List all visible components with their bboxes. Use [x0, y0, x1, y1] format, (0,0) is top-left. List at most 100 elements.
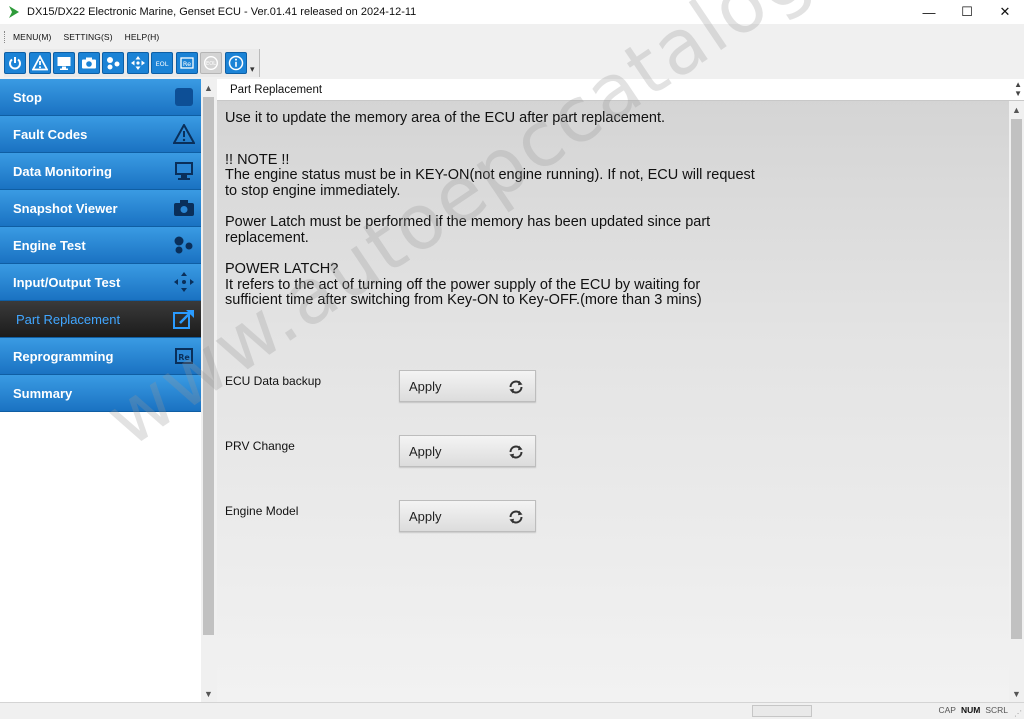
sidebar-item-label: Part Replacement — [16, 311, 121, 327]
app-logo-icon — [9, 6, 19, 18]
resize-grip-icon[interactable]: ⋰ — [1014, 709, 1022, 718]
engine-test-icon — [173, 235, 195, 255]
camera-icon — [81, 57, 96, 69]
sidebar-item-label: Snapshot Viewer — [13, 200, 118, 216]
toolbar-snapshot-button[interactable] — [77, 52, 100, 74]
title-bar: DX15/DX22 Electronic Marine, Genset ECU … — [0, 0, 1024, 24]
menu-item-menu[interactable]: MENU(M) — [13, 32, 51, 42]
io-test-icon — [130, 56, 145, 70]
io-test-icon — [173, 272, 195, 292]
toolbar-power-button[interactable] — [4, 52, 26, 74]
stop-icon — [173, 87, 195, 107]
panel-collapse-icon[interactable]: ▲ ▼ — [1014, 80, 1022, 98]
ecu-data-backup-label: ECU Data backup — [225, 374, 322, 388]
toolbar-engine-test-button[interactable] — [102, 52, 124, 74]
engine-test-icon — [107, 57, 120, 70]
scroll-down-icon[interactable]: ▼ — [201, 685, 216, 702]
monitor-icon — [173, 161, 195, 181]
toolbar-reprogram-button[interactable]: Re — [175, 52, 198, 74]
engine-model-apply-button[interactable]: Apply — [399, 500, 536, 532]
keyboard-status: CAP NUM SCRL — [933, 705, 1008, 715]
engine-model-row: Engine Model Apply — [225, 500, 536, 532]
panel-title: Part Replacement — [230, 83, 323, 96]
power-icon — [9, 57, 21, 70]
ecu-data-backup-apply-button[interactable]: Apply — [399, 370, 536, 402]
part-replacement-icon — [173, 309, 195, 329]
ecu-data-backup-row: ECU Data backup Apply — [225, 370, 536, 402]
toolbar: EOL Re EOL ▾ — [4, 49, 260, 77]
sidebar-item-label: Summary — [13, 385, 73, 401]
sidebar-item-data-monitoring[interactable]: Data Monitoring — [0, 153, 201, 190]
scroll-up-icon[interactable]: ▲ — [1009, 101, 1024, 118]
menu-bar: MENU(M) SETTING(S) HELP(H) — [0, 28, 171, 46]
window-title: DX15/DX22 Electronic Marine, Genset ECU … — [27, 6, 417, 18]
info-icon — [228, 55, 243, 71]
sidebar-item-part-replacement[interactable]: Part Replacement — [0, 301, 201, 338]
apply-label: Apply — [409, 508, 442, 524]
menu-item-setting[interactable]: SETTING(S) — [63, 32, 112, 42]
sidebar-item-stop[interactable]: Stop — [0, 79, 201, 116]
sidebar-item-label: Engine Test — [13, 237, 86, 253]
latch-definition: sufficient time after switching from Key… — [225, 292, 702, 308]
camera-icon — [173, 198, 195, 218]
svg-text:Re: Re — [178, 353, 190, 362]
prv-change-apply-button[interactable]: Apply — [399, 435, 536, 467]
sidebar-item-label: Stop — [13, 89, 42, 105]
caps-lock-indicator: CAP — [938, 705, 956, 715]
toolbar-eol-button[interactable]: EOL — [151, 52, 173, 74]
svg-text:Re: Re — [182, 60, 190, 68]
scroll-down-icon[interactable]: ▼ — [1009, 685, 1024, 702]
prv-change-row: PRV Change Apply — [225, 435, 536, 467]
sidebar-item-summary[interactable]: Summary — [0, 375, 201, 412]
svg-text:EOL: EOL — [206, 61, 216, 67]
toolbar-overflow-icon[interactable]: ▾ — [250, 64, 255, 75]
scroll-up-icon[interactable]: ▲ — [201, 79, 216, 96]
sidebar-item-reprogramming[interactable]: Reprogramming Re — [0, 338, 201, 375]
close-button[interactable]: ✕ — [986, 0, 1024, 24]
panel-header: Part Replacement ▲ ▼ — [217, 79, 1024, 101]
toolbar-fault-button[interactable] — [28, 52, 51, 74]
toolbar-disabled-button[interactable]: EOL — [200, 52, 222, 74]
latch-line: replacement. — [225, 229, 309, 246]
sidebar-item-snapshot-viewer[interactable]: Snapshot Viewer — [0, 190, 201, 227]
sidebar: Stop Fault Codes Data Monitoring Snapsho… — [0, 79, 216, 702]
scrollbar-thumb[interactable] — [1011, 119, 1022, 639]
sidebar-nav: Stop Fault Codes Data Monitoring Snapsho… — [0, 79, 201, 412]
eol-icon: EOL — [156, 60, 169, 68]
sidebar-item-label: Input/Output Test — [13, 274, 121, 290]
sidebar-item-io-test[interactable]: Input/Output Test — [0, 264, 201, 301]
sidebar-item-fault-codes[interactable]: Fault Codes — [0, 116, 201, 153]
toolbar-io-test-button[interactable] — [126, 52, 149, 74]
latch-question: POWER LATCH? — [225, 261, 339, 277]
intro-text: Use it to update the memory area of the … — [225, 110, 666, 126]
reprogram-icon: Re — [173, 346, 195, 366]
main-panel: Part Replacement ▲ ▼ Use it to update the… — [217, 79, 1024, 702]
maximize-button[interactable]: ☐ — [948, 0, 986, 24]
panel-scrollbar[interactable]: ▲ ▼ — [1009, 101, 1024, 702]
reprogram-icon: Re — [179, 57, 194, 69]
scroll-lock-indicator: SCRL — [985, 705, 1008, 715]
sidebar-item-label: Data Monitoring — [13, 163, 112, 179]
num-lock-indicator: NUM — [960, 705, 981, 715]
panel-description: Use it to update the memory area of the … — [225, 110, 985, 309]
disabled-icon: EOL — [203, 55, 219, 71]
sidebar-item-engine-test[interactable]: Engine Test — [0, 227, 201, 264]
minimize-button[interactable]: — — [910, 0, 948, 24]
latch-definition: It refers to the act of turning off the … — [225, 276, 701, 293]
toolbar-monitor-button[interactable] — [53, 52, 75, 74]
refresh-icon — [509, 380, 523, 394]
status-field — [752, 705, 812, 717]
apply-label: Apply — [409, 443, 442, 459]
toolbar-info-button[interactable] — [224, 52, 247, 74]
apply-label: Apply — [409, 378, 442, 394]
svg-text:EOL: EOL — [156, 60, 169, 68]
sidebar-item-label: Fault Codes — [13, 126, 88, 142]
sidebar-scrollbar[interactable]: ▲ ▼ — [201, 79, 216, 702]
refresh-icon — [509, 510, 523, 524]
monitor-icon — [57, 57, 71, 70]
engine-model-label: Engine Model — [225, 504, 299, 518]
refresh-icon — [509, 445, 523, 459]
latch-line: Power Latch must be performed if the mem… — [225, 214, 711, 230]
scrollbar-thumb[interactable] — [203, 97, 214, 635]
menu-item-help[interactable]: HELP(H) — [125, 32, 160, 42]
